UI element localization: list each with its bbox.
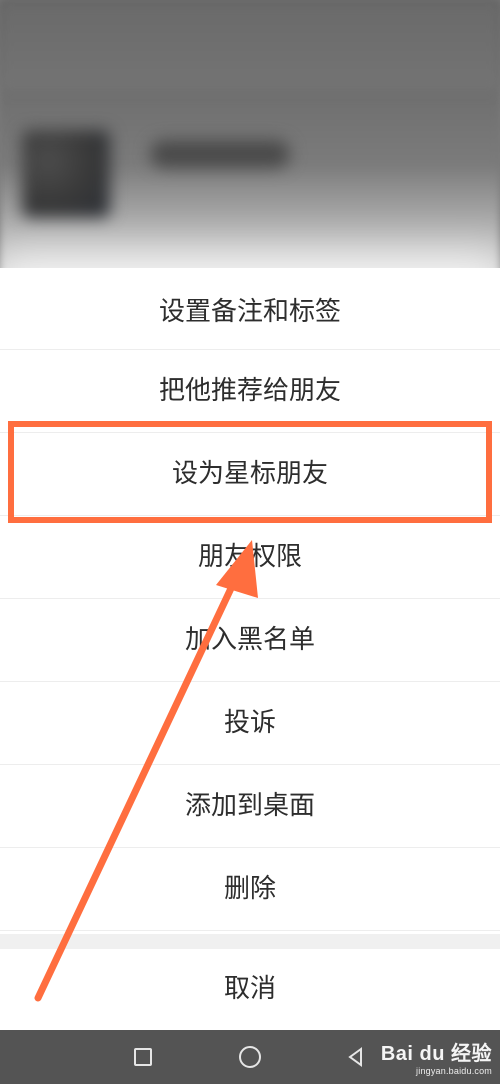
add-to-desktop-item[interactable]: 添加到桌面 — [0, 765, 500, 848]
cancel-label: 取消 — [223, 974, 276, 1004]
square-icon[interactable] — [116, 1030, 170, 1084]
menu-item-label: 设置备注和标签 — [158, 297, 341, 327]
menu-item-label: 添加到桌面 — [184, 791, 315, 821]
set-remark-tags-item[interactable]: 设置备注和标签 — [0, 268, 500, 350]
screen: 设置备注和标签 把他推荐给朋友 设为星标朋友 朋友权限 加入黑名单 投诉 添加到… — [0, 0, 500, 1084]
circle-icon[interactable] — [223, 1030, 277, 1084]
avatar — [22, 130, 110, 218]
action-menu: 设置备注和标签 把他推荐给朋友 设为星标朋友 朋友权限 加入黑名单 投诉 添加到… — [0, 268, 500, 931]
contact-name — [150, 140, 290, 168]
menu-item-label: 投诉 — [223, 708, 276, 738]
square-shape — [134, 1048, 152, 1066]
watermark-main: Bai du 经验 — [380, 1043, 492, 1065]
baidu-watermark: Bai du 经验 jingyan.baidu.com — [354, 1042, 492, 1080]
menu-item-label: 设为星标朋友 — [171, 459, 328, 489]
friend-permissions-item[interactable]: 朋友权限 — [0, 516, 500, 599]
star-friend-item[interactable]: 设为星标朋友 — [0, 433, 500, 516]
complaint-item[interactable]: 投诉 — [0, 682, 500, 765]
menu-item-label: 删除 — [223, 874, 276, 904]
action-sheet: 设置备注和标签 把他推荐给朋友 设为星标朋友 朋友权限 加入黑名单 投诉 添加到… — [0, 268, 500, 1030]
cancel-separator — [0, 934, 500, 949]
watermark-sub: jingyan.baidu.com — [416, 1066, 492, 1076]
blurred-status-bar — [0, 0, 500, 90]
menu-item-label: 把他推荐给朋友 — [158, 376, 341, 406]
circle-shape — [239, 1046, 261, 1068]
menu-item-label: 朋友权限 — [197, 542, 302, 572]
add-to-blacklist-item[interactable]: 加入黑名单 — [0, 599, 500, 682]
menu-item-label: 加入黑名单 — [184, 625, 315, 655]
system-navigation-bar: Bai du 经验 jingyan.baidu.com — [0, 1030, 500, 1084]
cancel-button[interactable]: 取消 — [0, 949, 500, 1030]
recommend-to-friend-item[interactable]: 把他推荐给朋友 — [0, 350, 500, 433]
delete-item[interactable]: 删除 — [0, 848, 500, 931]
